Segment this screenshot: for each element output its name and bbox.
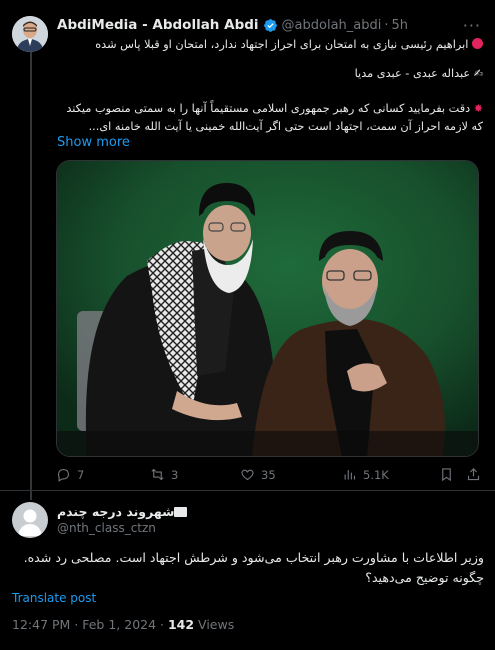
reply-views-count: 142 [167, 617, 195, 632]
tweet-line-2-text: عبداله عبدی - عبدی مدیا [354, 67, 471, 80]
tweet[interactable]: AbdiMedia - Abdollah Abdi @abdolah_abdi … [0, 0, 495, 490]
views-chart-icon [344, 470, 356, 480]
tweet-actions: 7 3 35 5.1K [56, 467, 482, 485]
author-name[interactable]: AbdiMedia - Abdollah Abdi [57, 17, 259, 33]
repost-count: 3 [171, 467, 179, 482]
share-icon [467, 468, 480, 481]
flag-icon [174, 506, 188, 517]
show-more-link[interactable]: Show more [57, 135, 130, 150]
red-circle-icon [472, 38, 483, 49]
reply-tweet[interactable]: شهروند درجه چندم @nth_class_ctzn وزیر اط… [0, 491, 495, 650]
reply-author-avatar[interactable] [12, 502, 48, 538]
separator-dot: · [384, 17, 389, 33]
reply-icon [57, 468, 70, 482]
share-action[interactable] [466, 467, 487, 482]
like-action[interactable]: 35 [240, 467, 276, 482]
tweet-paragraph-3-text: دقت بفرمایید کسانی که رهبر جمهوری اسلامی… [66, 102, 483, 133]
bookmark-action[interactable] [439, 467, 460, 482]
tweet-line-1: ابراهیم رئیسی نیازی به امتحان برای احراز… [57, 37, 483, 53]
reply-count: 7 [77, 467, 85, 482]
writing-hand-icon: ✍ [473, 67, 483, 80]
tweet-line-2: ✍ عبداله عبدی - عبدی مدیا [57, 66, 483, 82]
tweet-header: AbdiMedia - Abdollah Abdi @abdolah_abdi … [57, 17, 408, 33]
reply-author-name-row[interactable]: شهروند درجه چندم [57, 504, 190, 519]
views-count: 5.1K [363, 467, 389, 482]
reply-timestamp[interactable]: 12:47 PM · Feb 1, 2024 · [12, 617, 168, 632]
more-options-icon[interactable]: ··· [463, 16, 481, 35]
like-count: 35 [261, 467, 276, 482]
verified-badge-icon [263, 18, 278, 33]
reply-author-name[interactable]: شهروند درجه چندم [57, 504, 174, 519]
repost-icon [151, 468, 164, 481]
reply-author-handle[interactable]: @nth_class_ctzn [57, 521, 156, 535]
repost-action[interactable]: 3 [150, 467, 178, 482]
translate-post-link[interactable]: Translate post [12, 591, 96, 605]
views-action[interactable]: 5.1K [342, 467, 389, 482]
tweet-time[interactable]: 5h [392, 18, 409, 33]
anger-icon: ✸ [473, 102, 483, 115]
reply-text: وزیر اطلاعات با مشاورت رهبر انتخاب می‌شو… [23, 550, 484, 585]
heart-icon [241, 469, 254, 481]
tweet-media-photo[interactable] [56, 160, 479, 457]
author-handle[interactable]: @abdolah_abdi [282, 18, 382, 33]
reply-action[interactable]: 7 [56, 467, 84, 482]
reply-meta: 12:47 PM · Feb 1, 2024 · 142 Views [12, 617, 234, 632]
bookmark-icon [442, 468, 451, 482]
author-avatar[interactable] [12, 16, 48, 52]
tweet-paragraph-3: ✸ دقت بفرمایید کسانی که رهبر جمهوری اسلا… [57, 100, 483, 136]
tweet-line-1-text: ابراهیم رئیسی نیازی به امتحان برای احراز… [95, 38, 469, 51]
reply-views-label: Views [194, 617, 235, 632]
